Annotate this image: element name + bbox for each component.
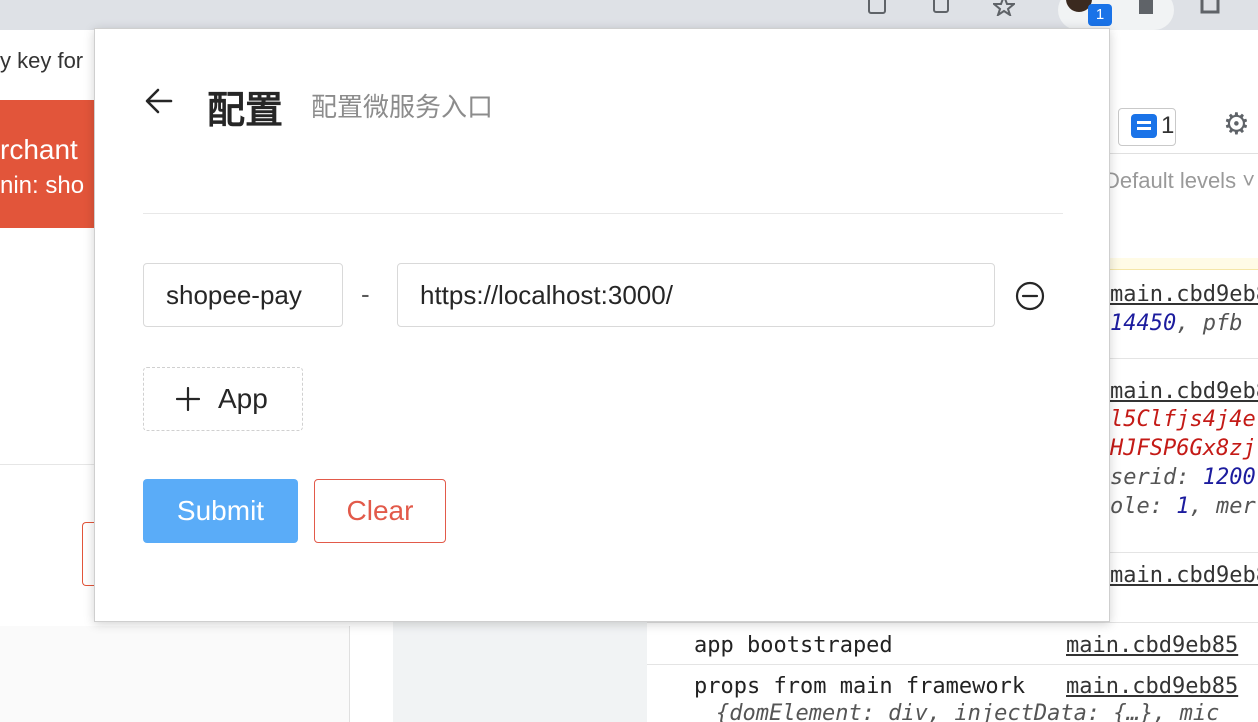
console-log-text: props from main framework [694,674,1026,699]
message-icon [1131,114,1157,138]
extensions-puzzle-icon[interactable] [1136,0,1158,16]
console-separator [1110,552,1258,553]
background-divider [0,464,100,465]
console-object-preview[interactable]: {domElement: div, injectData: {…}, mic [716,701,1219,722]
console-separator [1110,358,1258,359]
arrow-left-icon [145,88,173,114]
console-value: 1 [1176,494,1190,519]
background-merchant-card: rchant nin: sho [0,100,100,228]
clear-button[interactable]: Clear [314,479,446,543]
console-row: ole: 1, mer [1110,494,1256,519]
page-subtitle: 配置微服务入口 [311,93,494,123]
page-title: 配置 [207,88,284,132]
console-separator [647,622,1258,623]
browser-toolbar: 1 [0,0,1258,30]
console-value: 1200 [1202,465,1256,490]
background-panel [0,626,350,722]
card-subtitle: nin: sho [0,172,85,199]
card-title: rchant [0,134,78,165]
window-icon[interactable] [1200,0,1222,16]
console-value: 14450 [1110,311,1177,336]
submit-button[interactable]: Submit [143,479,298,543]
console-row: main.cbd9eb85 [1110,563,1258,588]
gear-icon[interactable]: ⚙ [1223,110,1250,140]
console-row: serid: 1200 [1110,465,1256,490]
console-log-text: app bootstraped [694,633,893,658]
minus-circle-icon [1015,281,1045,311]
background-page-text: y key for [0,48,84,73]
console-separator [647,664,1258,665]
console-source-link[interactable]: main.cbd9eb85 [1066,674,1238,699]
console-value: , pfb [1176,311,1243,336]
app-url-input[interactable] [397,263,995,327]
extension-badge: 1 [1088,4,1112,26]
add-app-label: App [218,383,268,414]
back-button[interactable] [143,83,175,119]
config-popup: 配置 配置微服务入口 - App Submit Clear [94,28,1110,622]
share-icon[interactable] [930,0,952,16]
header-divider [143,213,1063,214]
app-name-input[interactable] [143,263,343,327]
console-value: HJFSP6Gx8zj [1110,436,1256,461]
console-row: main.cbd9eb85 [1110,379,1258,404]
background-column [393,622,647,722]
console-value: l5Clfjs4j4e [1110,407,1256,432]
console-source-link[interactable]: main.cbd9eb85 [1110,563,1258,588]
console-row: main.cbd9eb85 [1110,282,1258,307]
translate-icon[interactable] [866,0,888,16]
remove-entry-button[interactable] [1013,279,1047,313]
devtools-levels-dropdown[interactable]: Default levels ˅ [1104,168,1255,194]
levels-label: Default levels [1104,168,1237,193]
add-app-button[interactable]: App [143,367,303,431]
bookmark-star-icon[interactable] [993,0,1015,16]
devtools-message-count: 1 [1161,112,1175,139]
console-key: serid [1110,465,1177,490]
console-value: mer [1216,494,1256,519]
plus-icon [176,387,200,411]
console-key: ole [1110,494,1150,519]
console-row: HJFSP6Gx8zj [1110,436,1256,461]
entry-separator: - [361,279,370,309]
devtools-warning-strip [1110,258,1258,270]
console-row: 14450, pfb [1110,311,1242,336]
console-source-link[interactable]: main.cbd9eb85 [1110,379,1258,404]
console-source-link[interactable]: main.cbd9eb85 [1066,633,1238,658]
console-source-link[interactable]: main.cbd9eb85 [1110,282,1258,307]
console-row: l5Clfjs4j4e [1110,407,1256,432]
